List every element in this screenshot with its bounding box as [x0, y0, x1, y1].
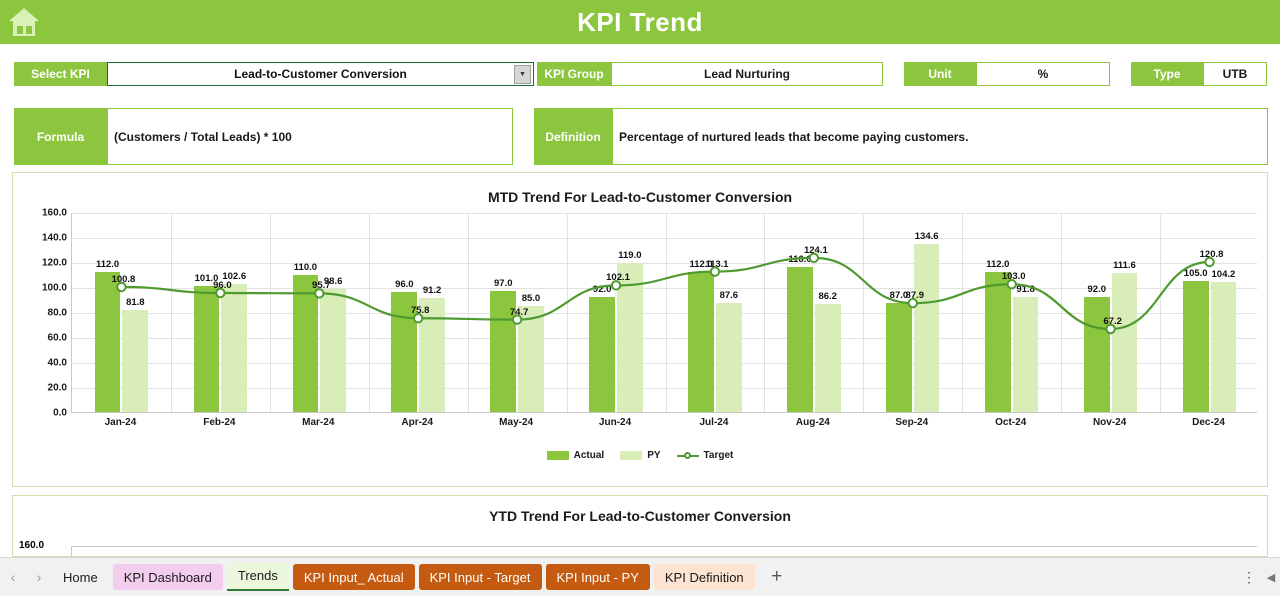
y-tick-label: 100.0: [42, 283, 67, 294]
y-tick-label: 40.0: [48, 358, 67, 369]
formula-value: (Customers / Total Leads) * 100: [107, 108, 513, 165]
sheet-tab-trends[interactable]: Trends: [227, 563, 289, 591]
page-title: KPI Trend: [0, 0, 1280, 44]
sheet-tab-kpi-input-actual[interactable]: KPI Input_ Actual: [293, 564, 415, 590]
sheet-tab-kpi-input-py[interactable]: KPI Input - PY: [546, 564, 650, 590]
legend-item[interactable]: PY: [620, 450, 660, 461]
ytd-chart-title: YTD Trend For Lead-to-Customer Conversio…: [13, 496, 1267, 524]
legend-item[interactable]: Target: [677, 450, 734, 461]
x-tick-label: May-24: [499, 417, 533, 428]
y-tick-label: 20.0: [48, 383, 67, 394]
x-tick-label: Apr-24: [401, 417, 433, 428]
ytd-chart-panel: YTD Trend For Lead-to-Customer Conversio…: [12, 495, 1268, 557]
sheet-tab-kpi-definition[interactable]: KPI Definition: [654, 564, 755, 590]
x-tick-label: Jan-24: [105, 417, 137, 428]
x-axis: Jan-24 Feb-24 Mar-24 Apr-24 May-24 Jun-24 Jul-…: [71, 417, 1257, 437]
legend-swatch-target-icon: [677, 451, 699, 460]
formula-label: Formula: [14, 108, 107, 165]
mtd-chart-title: MTD Trend For Lead-to-Customer Conversio…: [13, 173, 1267, 205]
legend-swatch-py-icon: [620, 451, 642, 460]
sheet-tab-kpi-input-target[interactable]: KPI Input - Target: [419, 564, 542, 590]
x-tick-label: Nov-24: [1093, 417, 1126, 428]
prev-sheet-arrow[interactable]: ‹: [0, 558, 26, 597]
sheet-tabs-list: HomeKPI DashboardTrendsKPI Input_ Actual…: [52, 563, 759, 591]
type-value: UTB: [1203, 62, 1267, 86]
sheet-tab-kpi-dashboard[interactable]: KPI Dashboard: [113, 564, 223, 590]
legend-item[interactable]: Actual: [547, 450, 605, 461]
chevron-down-icon[interactable]: ▼: [514, 65, 531, 84]
sheet-tab-bar: ‹ › HomeKPI DashboardTrendsKPI Input_ Ac…: [0, 557, 1280, 596]
ytd-y-tick: 160.0: [19, 540, 44, 551]
x-tick-label: Mar-24: [302, 417, 334, 428]
x-tick-label: Feb-24: [203, 417, 235, 428]
app-title-bar: KPI Trend: [0, 0, 1280, 44]
x-tick-label: Aug-24: [796, 417, 830, 428]
legend-swatch-actual-icon: [547, 451, 569, 460]
x-tick-label: Dec-24: [1192, 417, 1225, 428]
sheet-menu-icon[interactable]: ⋮: [1236, 558, 1262, 597]
unit-label: Unit: [904, 62, 976, 86]
kpi-group-label: KPI Group: [537, 62, 611, 86]
legend-label: Actual: [574, 450, 605, 461]
y-tick-label: 0.0: [53, 408, 67, 419]
select-kpi-dropdown[interactable]: Lead-to-Customer Conversion ▼: [107, 62, 534, 86]
x-tick-label: Jul-24: [700, 417, 729, 428]
legend-label: PY: [647, 450, 660, 461]
y-tick-label: 160.0: [42, 208, 67, 219]
select-kpi-value: Lead-to-Customer Conversion: [234, 67, 407, 81]
y-tick-label: 140.0: [42, 233, 67, 244]
y-tick-label: 80.0: [48, 308, 67, 319]
add-sheet-button[interactable]: +: [759, 558, 795, 597]
y-tick-label: 120.0: [42, 258, 67, 269]
plot-canvas: 112.081.8100.8101.0102.696.0110.098.695.…: [71, 213, 1257, 413]
y-axis: 0.020.040.060.080.0100.0120.0140.0160.0: [13, 213, 71, 413]
legend-label: Target: [704, 450, 734, 461]
next-sheet-arrow[interactable]: ›: [26, 558, 52, 597]
select-kpi-label: Select KPI: [14, 62, 107, 86]
x-tick-label: Oct-24: [995, 417, 1026, 428]
unit-value: %: [976, 62, 1110, 86]
sheet-tab-home[interactable]: Home: [52, 564, 109, 590]
y-tick-label: 60.0: [48, 333, 67, 344]
target-line-series: [72, 213, 1259, 413]
mtd-chart-panel: MTD Trend For Lead-to-Customer Conversio…: [12, 172, 1268, 487]
x-tick-label: Sep-24: [895, 417, 928, 428]
type-label: Type: [1131, 62, 1203, 86]
definition-value: Percentage of nurtured leads that become…: [612, 108, 1268, 165]
x-tick-label: Jun-24: [599, 417, 631, 428]
chart-legend: Actual PY Target: [13, 445, 1267, 465]
mtd-plot-area: 0.020.040.060.080.0100.0120.0140.0160.0 …: [13, 213, 1267, 443]
definition-label: Definition: [534, 108, 612, 165]
kpi-group-value: Lead Nurturing: [611, 62, 883, 86]
scroll-left-icon[interactable]: ◀: [1262, 558, 1280, 597]
